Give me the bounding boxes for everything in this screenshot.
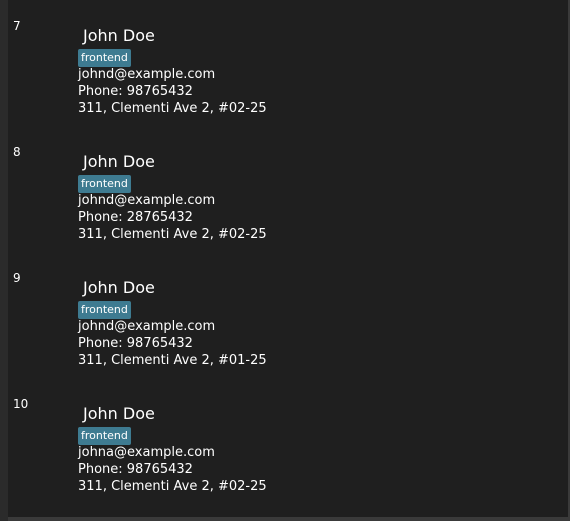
person-phone: Phone: 98765432	[78, 462, 193, 477]
person-tag: frontend	[78, 49, 131, 67]
person-card[interactable]: 10 John Doe frontend johna@example.com P…	[8, 378, 568, 504]
person-phone: Phone: 98765432	[78, 84, 193, 99]
person-email: johnd@example.com	[78, 319, 216, 334]
person-name: John Doe	[83, 278, 155, 297]
person-address: 311, Clementi Ave 2, #02-25	[78, 479, 267, 494]
person-address: 311, Clementi Ave 2, #02-25	[78, 101, 267, 116]
person-name: John Doe	[83, 26, 155, 45]
person-tag: frontend	[78, 427, 131, 445]
person-email: johnd@example.com	[78, 67, 216, 82]
person-name: John Doe	[83, 404, 155, 423]
panel-bottom-edge	[8, 517, 570, 521]
person-name: John Doe	[83, 152, 155, 171]
person-email: johnd@example.com	[78, 193, 216, 208]
panel-left-edge	[0, 0, 8, 521]
person-index: 10	[13, 397, 29, 411]
person-index: 9	[13, 271, 21, 285]
person-list[interactable]: 7 John Doe frontend johnd@example.com Ph…	[8, 0, 568, 517]
person-address: 311, Clementi Ave 2, #01-25	[78, 353, 267, 368]
person-tag: frontend	[78, 301, 131, 319]
person-phone: Phone: 28765432	[78, 210, 193, 225]
person-email: johna@example.com	[78, 445, 215, 460]
person-address: 311, Clementi Ave 2, #02-25	[78, 227, 267, 242]
person-list-panel: 7 John Doe frontend johnd@example.com Ph…	[0, 0, 570, 521]
person-index: 8	[13, 145, 21, 159]
person-phone: Phone: 98765432	[78, 336, 193, 351]
person-tag: frontend	[78, 175, 131, 193]
person-card[interactable]: 8 John Doe frontend johnd@example.com Ph…	[8, 126, 568, 252]
person-card[interactable]: 9 John Doe frontend johnd@example.com Ph…	[8, 252, 568, 378]
person-card[interactable]: 7 John Doe frontend johnd@example.com Ph…	[8, 0, 568, 126]
person-index: 7	[13, 19, 21, 33]
